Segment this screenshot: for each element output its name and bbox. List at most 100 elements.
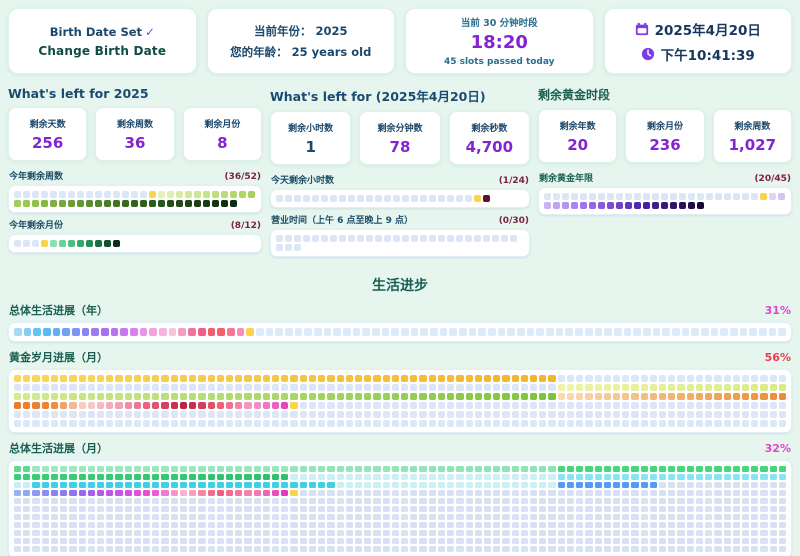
time-square bbox=[420, 195, 427, 202]
time-square bbox=[373, 420, 380, 427]
time-square bbox=[272, 402, 279, 409]
time-square bbox=[733, 474, 740, 480]
time-square bbox=[696, 411, 703, 418]
time-square bbox=[161, 490, 168, 496]
time-square bbox=[309, 482, 316, 488]
time-square bbox=[595, 375, 602, 382]
time-square bbox=[510, 235, 517, 242]
time-square bbox=[512, 384, 519, 391]
time-square bbox=[429, 482, 436, 488]
time-square bbox=[740, 328, 748, 336]
time-square bbox=[778, 328, 786, 336]
time-square bbox=[512, 546, 519, 552]
time-square bbox=[106, 490, 113, 496]
time-square bbox=[696, 546, 703, 552]
time-square bbox=[294, 244, 301, 251]
current-year-text: 当前年份： 2025 bbox=[254, 23, 348, 39]
time-square bbox=[23, 522, 30, 528]
time-square bbox=[167, 191, 174, 198]
time-square bbox=[622, 393, 629, 400]
time-square bbox=[285, 328, 293, 336]
time-square bbox=[438, 420, 445, 427]
time-square bbox=[115, 514, 122, 520]
time-square bbox=[68, 191, 75, 198]
time-square bbox=[650, 546, 657, 552]
time-square bbox=[88, 546, 95, 552]
time-square bbox=[375, 195, 382, 202]
time-square bbox=[276, 235, 283, 242]
time-square bbox=[152, 420, 159, 427]
time-square bbox=[484, 474, 491, 480]
time-square bbox=[152, 402, 159, 409]
time-square bbox=[263, 420, 270, 427]
time-square bbox=[143, 393, 150, 400]
time-square bbox=[226, 490, 233, 496]
time-square bbox=[318, 546, 325, 552]
time-square bbox=[447, 474, 454, 480]
time-square bbox=[724, 402, 731, 409]
time-square bbox=[652, 202, 659, 209]
time-square bbox=[327, 506, 334, 512]
time-square bbox=[383, 522, 390, 528]
time-square bbox=[152, 375, 159, 382]
time-square bbox=[149, 328, 157, 336]
time-square bbox=[697, 202, 704, 209]
time-square bbox=[779, 546, 786, 552]
time-square bbox=[661, 202, 668, 209]
time-square bbox=[696, 402, 703, 409]
time-square bbox=[696, 420, 703, 427]
change-birth-date-button[interactable]: Change Birth Date bbox=[38, 44, 166, 58]
time-square bbox=[429, 375, 436, 382]
time-square bbox=[104, 240, 111, 247]
time-square bbox=[32, 466, 39, 472]
time-square bbox=[613, 490, 620, 496]
time-square bbox=[189, 474, 196, 480]
time-square bbox=[521, 530, 528, 536]
time-square bbox=[668, 384, 675, 391]
time-square bbox=[687, 420, 694, 427]
time-square bbox=[106, 474, 113, 480]
time-square bbox=[659, 420, 666, 427]
time-square bbox=[134, 420, 141, 427]
time-square bbox=[281, 384, 288, 391]
time-square bbox=[88, 375, 95, 382]
time-square bbox=[677, 514, 684, 520]
time-square bbox=[272, 498, 279, 504]
time-square bbox=[652, 193, 659, 200]
time-square bbox=[474, 235, 481, 242]
time-square bbox=[125, 482, 132, 488]
time-square bbox=[14, 393, 21, 400]
time-square bbox=[226, 474, 233, 480]
time-square bbox=[33, 328, 41, 336]
time-square bbox=[622, 538, 629, 544]
time-square bbox=[106, 530, 113, 536]
time-square bbox=[88, 393, 95, 400]
time-square bbox=[493, 393, 500, 400]
time-square bbox=[300, 522, 307, 528]
time-square bbox=[244, 546, 251, 552]
time-square bbox=[346, 420, 353, 427]
time-square bbox=[604, 482, 611, 488]
time-square bbox=[300, 490, 307, 496]
time-square bbox=[668, 393, 675, 400]
time-square bbox=[161, 402, 168, 409]
time-square bbox=[401, 538, 408, 544]
time-square bbox=[171, 498, 178, 504]
time-square bbox=[14, 328, 22, 336]
time-square bbox=[158, 200, 165, 207]
time-square bbox=[641, 466, 648, 472]
time-square bbox=[742, 393, 749, 400]
time-square bbox=[484, 514, 491, 520]
time-square bbox=[134, 522, 141, 528]
life-year-grid bbox=[8, 322, 792, 342]
time-square bbox=[760, 420, 767, 427]
time-square bbox=[357, 235, 364, 242]
time-square bbox=[327, 522, 334, 528]
time-square bbox=[235, 490, 242, 496]
time-square bbox=[79, 375, 86, 382]
time-square bbox=[604, 384, 611, 391]
time-square bbox=[641, 482, 648, 488]
time-line: 下午10:41:39 bbox=[641, 44, 755, 64]
time-square bbox=[309, 474, 316, 480]
time-square bbox=[97, 384, 104, 391]
